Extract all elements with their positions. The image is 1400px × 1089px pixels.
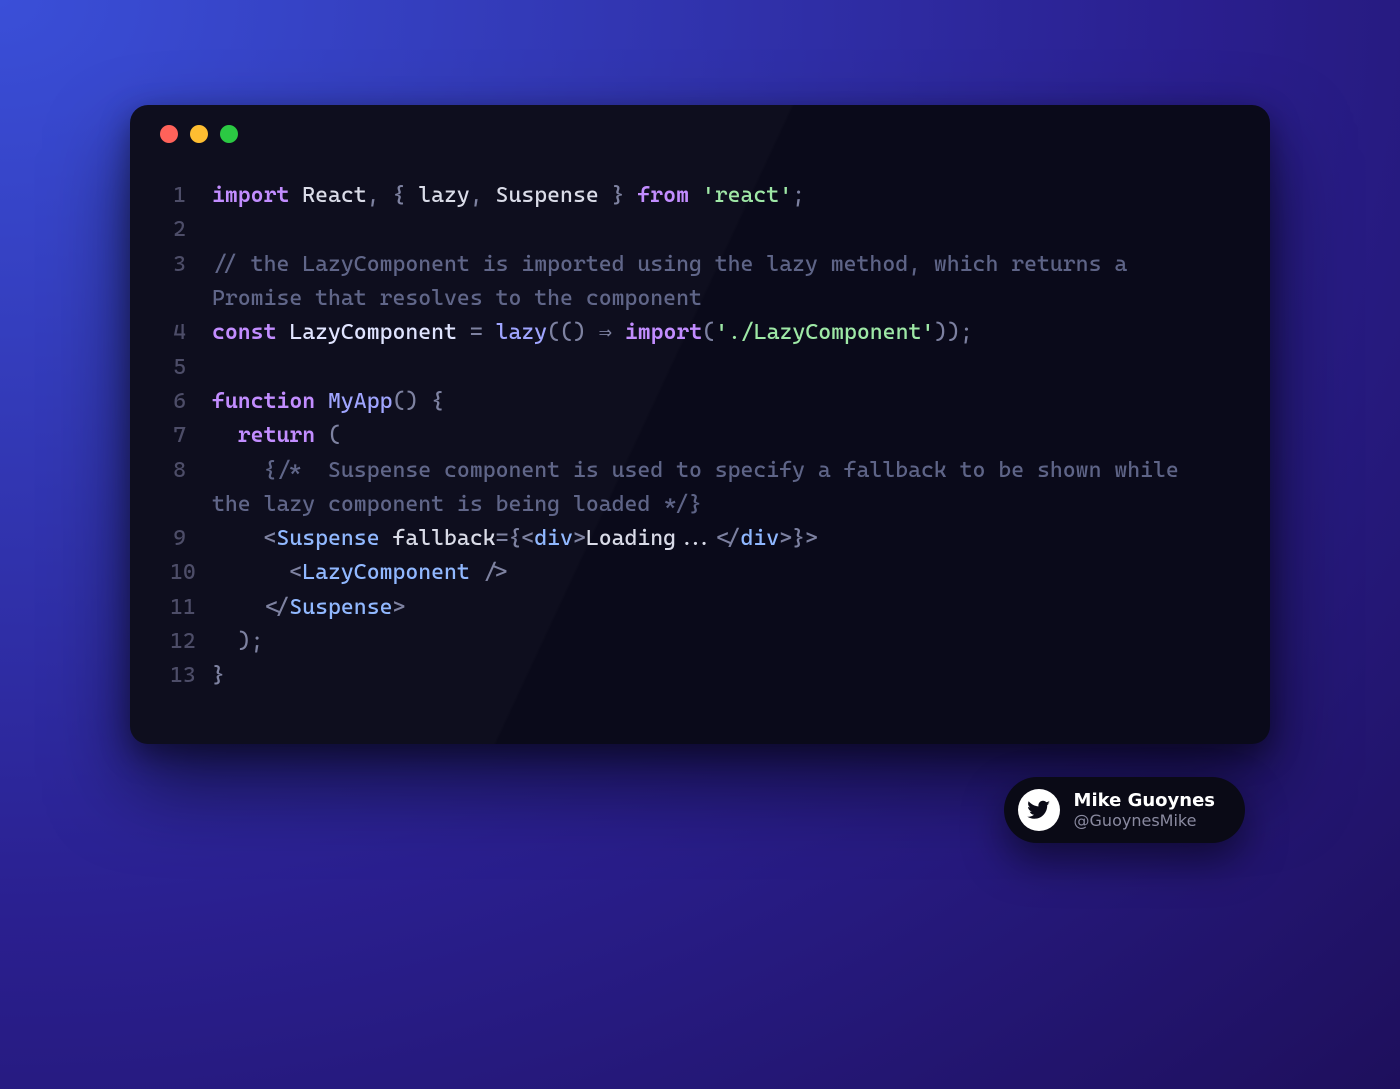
author-badge[interactable]: Mike Guoynes @GuoynesMike	[1004, 777, 1245, 843]
code-line: 1import React, { lazy, Suspense } from '…	[170, 179, 1230, 213]
line-content	[212, 213, 1230, 247]
code-line: 12 );	[170, 625, 1230, 659]
author-name: Mike Guoynes	[1074, 790, 1215, 812]
line-number: 8	[170, 454, 212, 523]
line-content: function MyApp() {	[212, 385, 1230, 419]
window-titlebar	[130, 105, 1270, 163]
line-number: 10	[170, 556, 212, 590]
line-number: 2	[170, 213, 212, 247]
line-number: 3	[170, 248, 212, 317]
code-line: 6function MyApp() {	[170, 385, 1230, 419]
line-content: </Suspense>	[212, 591, 1230, 625]
code-line: 3// the LazyComponent is imported using …	[170, 248, 1230, 317]
code-line: 4const LazyComponent = lazy(() ⇒ import(…	[170, 316, 1230, 350]
line-content: }	[212, 659, 1230, 693]
code-line: 5	[170, 351, 1230, 385]
code-block: 1import React, { lazy, Suspense } from '…	[130, 163, 1270, 744]
code-line: 10 <LazyComponent />	[170, 556, 1230, 590]
line-content	[212, 351, 1230, 385]
line-content: import React, { lazy, Suspense } from 'r…	[212, 179, 1230, 213]
line-content: <LazyComponent />	[212, 556, 1230, 590]
code-editor-window: 1import React, { lazy, Suspense } from '…	[130, 105, 1270, 744]
line-content: <Suspense fallback={<div>Loading...</div…	[212, 522, 1230, 556]
line-number: 11	[170, 591, 212, 625]
code-line: 9 <Suspense fallback={<div>Loading...</d…	[170, 522, 1230, 556]
twitter-icon	[1018, 789, 1060, 831]
line-content: );	[212, 625, 1230, 659]
line-number: 6	[170, 385, 212, 419]
line-number: 9	[170, 522, 212, 556]
line-content: // the LazyComponent is imported using t…	[212, 248, 1230, 317]
line-number: 1	[170, 179, 212, 213]
window-minimize-dot[interactable]	[190, 125, 208, 143]
line-content: return (	[212, 419, 1230, 453]
code-line: 8 {/* Suspense component is used to spec…	[170, 454, 1230, 523]
code-line: 7 return (	[170, 419, 1230, 453]
code-line: 2	[170, 213, 1230, 247]
code-line: 11 </Suspense>	[170, 591, 1230, 625]
author-handle: @GuoynesMike	[1074, 811, 1215, 830]
line-number: 7	[170, 419, 212, 453]
line-number: 13	[170, 659, 212, 693]
line-content: {/* Suspense component is used to specif…	[212, 454, 1230, 523]
line-content: const LazyComponent = lazy(() ⇒ import('…	[212, 316, 1230, 350]
line-number: 12	[170, 625, 212, 659]
code-line: 13}	[170, 659, 1230, 693]
line-number: 5	[170, 351, 212, 385]
window-close-dot[interactable]	[160, 125, 178, 143]
window-zoom-dot[interactable]	[220, 125, 238, 143]
line-number: 4	[170, 316, 212, 350]
